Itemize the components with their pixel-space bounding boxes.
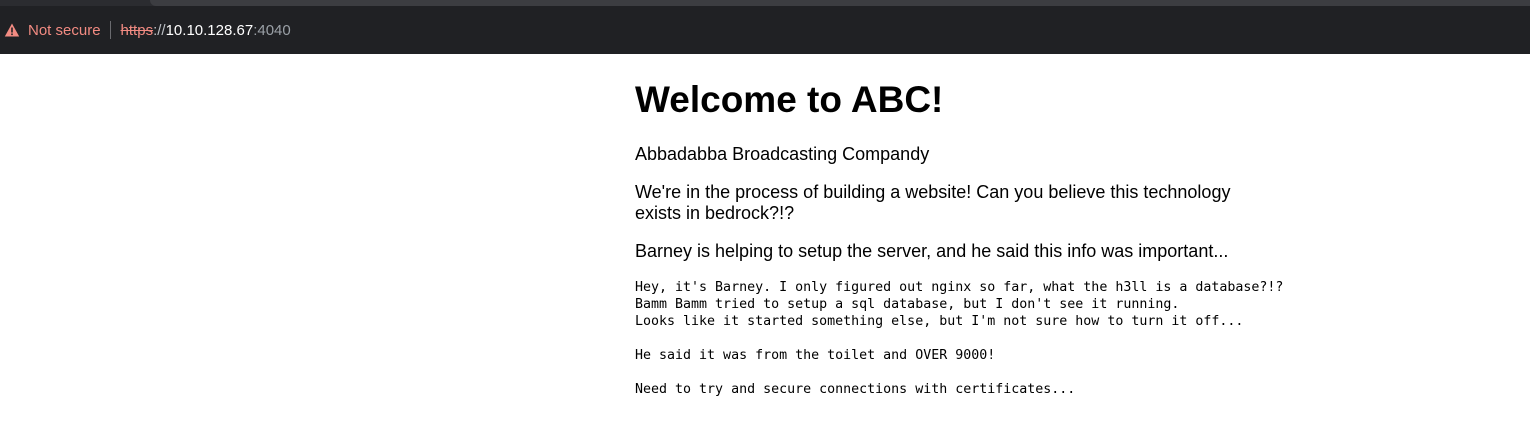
note-line: Bamm Bamm tried to setup a sql database,… <box>635 297 1180 312</box>
warning-triangle-icon[interactable] <box>4 22 20 38</box>
page-content: Welcome to ABC! Abbadabba Broadcasting C… <box>635 54 1335 398</box>
tab-strip <box>0 0 1530 6</box>
note-line: Need to try and secure connections with … <box>635 382 1076 397</box>
address-separator <box>109 21 111 39</box>
note-line: Hey, it's Barney. I only figured out ngi… <box>635 280 1284 295</box>
url-slashes: :// <box>153 21 166 39</box>
security-status-label[interactable]: Not secure <box>28 22 101 39</box>
intro-paragraph: We're in the process of building a websi… <box>635 182 1231 223</box>
active-tab-edge[interactable] <box>150 0 1530 6</box>
page-title: Welcome to ABC! <box>635 79 944 120</box>
barney-paragraph: Barney is helping to setup the server, a… <box>635 241 1229 261</box>
company-name: Abbadabba Broadcasting Compandy <box>635 144 930 164</box>
url-text[interactable]: https://10.10.128.67:4040 <box>121 22 291 39</box>
barney-note: Hey, it's Barney. I only figured out ngi… <box>635 279 1335 398</box>
note-line: Looks like it started something else, bu… <box>635 314 1244 329</box>
browser-address-bar: Not secure https://10.10.128.67:4040 <box>0 0 1530 54</box>
url-host: 10.10.128.67 <box>165 21 254 39</box>
omnibox[interactable]: Not secure https://10.10.128.67:4040 <box>0 12 1530 48</box>
url-port: :4040 <box>253 21 291 39</box>
note-line: He said it was from the toilet and OVER … <box>635 348 996 363</box>
url-scheme: https <box>120 21 154 39</box>
